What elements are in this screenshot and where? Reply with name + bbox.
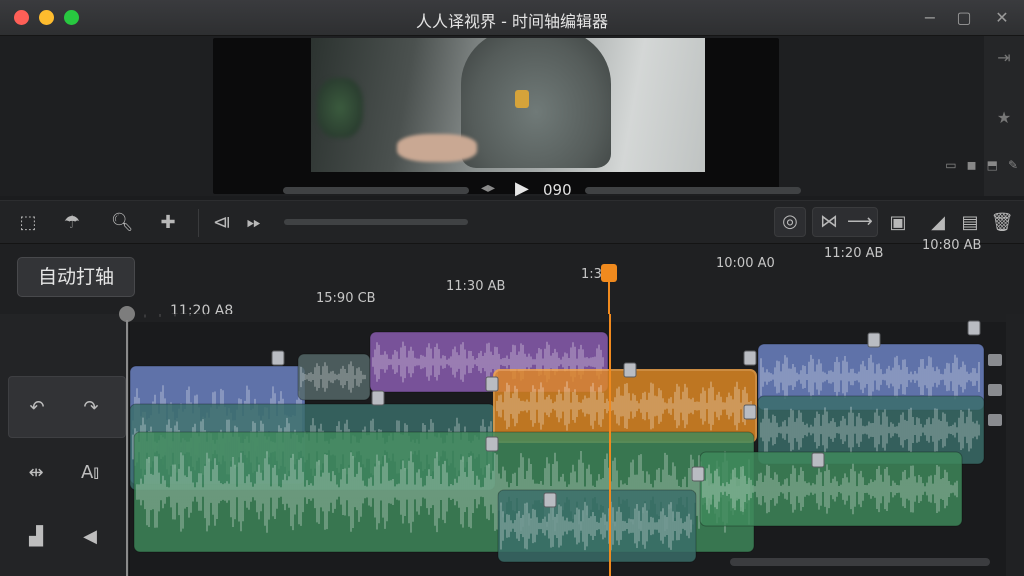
vertical-scrollbar — [1006, 314, 1024, 576]
fast-forward-icon[interactable]: ⏩︎ — [242, 211, 266, 235]
clip-icon[interactable]: ▣ — [886, 211, 910, 235]
keyframe-handle — [271, 350, 285, 366]
jog-slider[interactable] — [283, 187, 469, 194]
ruler-label: 11:20 AB — [824, 246, 884, 261]
video-subject-hand — [397, 134, 477, 162]
list-icon[interactable]: ▤ — [958, 211, 982, 235]
track-handle — [988, 384, 1002, 396]
timeline-clip[interactable] — [493, 369, 757, 443]
timeline-canvas[interactable] — [130, 314, 1024, 576]
playhead-stem — [608, 282, 610, 314]
step-frame-icon[interactable]: ◂▸ — [481, 180, 495, 196]
export-icon[interactable]: ⬒ — [987, 158, 998, 172]
play-icon[interactable]: ▶ — [515, 178, 529, 199]
snap-button[interactable]: ◎ — [774, 207, 806, 237]
track-control-row-2: ⇹ A⫾ — [8, 442, 126, 504]
maximize-icon[interactable]: ▢ — [952, 6, 976, 30]
preview-area: ⇥ ★ ▭ ◼ ⬒ ✎ — [0, 36, 1024, 196]
redo-icon[interactable]: ↷ — [77, 395, 105, 421]
timeline-header: 自动打轴 15:90 CB 11:30 AB 1:3 10:00 A0 11:2… — [0, 238, 1024, 319]
trash-icon[interactable]: 🗑︎ — [990, 211, 1014, 235]
timeline-zoom-slider[interactable] — [284, 219, 468, 225]
horizontal-scrollbar — [730, 558, 990, 566]
keyframe-handle — [623, 362, 637, 378]
position-tool-icon[interactable]: ✚ — [156, 211, 180, 235]
snap-icon: ◎ — [782, 211, 798, 232]
close-icon[interactable]: ✕ — [990, 6, 1014, 30]
keyframe-handle — [743, 404, 757, 420]
video-monitor — [213, 38, 779, 194]
title-bar: 人人译视界 - 时间轴编辑器 − ▢ ✕ — [0, 0, 1024, 36]
track-control-row-3: ▟ ◀ — [8, 506, 126, 568]
timeline-clip[interactable] — [297, 353, 371, 401]
transport-bar: ◂▸ ▶ 090 — [213, 178, 813, 202]
trim-mode-group[interactable]: ⋈ ⟶ — [812, 207, 878, 237]
keyframe-handle — [691, 466, 705, 482]
book-icon[interactable]: ▟ — [22, 524, 50, 550]
track-controls-panel: ↶ ↷ ⇹ A⫾ ▟ ◀ — [0, 314, 130, 576]
trim-icon[interactable]: ⇹ — [22, 460, 50, 486]
video-subject — [461, 38, 611, 168]
timeline-toolbar: ⬚ ☂ 🔍︎ ✚ ⧏ ⏩︎ ◎ ⋈ ⟶ ▣ ◢ ▤ 🗑︎ — [0, 200, 1024, 244]
track-control-row-1[interactable]: ↶ ↷ — [8, 376, 126, 438]
keyframe-handle — [485, 376, 499, 392]
minimize-icon[interactable]: − — [918, 6, 942, 30]
right-side-panel: ⇥ ★ — [984, 36, 1024, 196]
timeline-clip[interactable] — [497, 489, 697, 563]
keyframe-handle — [743, 350, 757, 366]
mark-in-icon[interactable]: ⧏ — [210, 211, 234, 235]
video-badge — [515, 90, 529, 108]
toolbar-divider — [198, 209, 199, 237]
playhead-handle[interactable] — [601, 264, 617, 282]
audio-icon[interactable]: ◀ — [76, 524, 104, 550]
zoom-tool-icon[interactable]: 🔍︎ — [110, 211, 134, 235]
blade-tool-icon[interactable]: ☂ — [60, 211, 84, 235]
track-handle — [988, 414, 1002, 426]
ripple-icon: ⋈ — [820, 211, 838, 232]
camera-icon[interactable]: ◼ — [967, 158, 977, 172]
keyframe-handle — [867, 332, 881, 348]
keyframe-handle — [485, 436, 499, 452]
track-handle — [988, 354, 1002, 366]
video-content — [317, 78, 363, 138]
keyframe-handle — [371, 390, 385, 406]
preview-mini-tools: ▭ ◼ ⬒ ✎ — [945, 158, 1018, 172]
arrow-right-icon: ⟶ — [847, 211, 873, 232]
timeline-clip[interactable] — [699, 451, 963, 527]
keyframe-handle — [967, 320, 981, 336]
start-marker-stem — [126, 320, 128, 576]
marker-icon[interactable]: ◢ — [926, 211, 950, 235]
text-size-icon[interactable]: A⫾ — [76, 460, 104, 486]
window-title: 人人译视界 - 时间轴编辑器 — [416, 12, 608, 31]
collapse-panel-icon[interactable]: ⇥ — [994, 48, 1014, 68]
ruler-label: 11:30 AB — [446, 279, 506, 294]
ruler-label: 1:3 — [581, 267, 602, 282]
ruler-label: 10:80 AB — [922, 238, 982, 253]
ruler-label: 15:90 CB — [316, 291, 376, 306]
ruler-label: 10:00 A0 — [716, 256, 775, 271]
edit-icon[interactable]: ✎ — [1008, 158, 1018, 172]
star-icon[interactable]: ★ — [994, 108, 1014, 128]
auto-subtitle-button[interactable]: 自动打轴 — [17, 257, 135, 297]
timeline-tracks — [130, 314, 1024, 576]
keyframe-handle — [811, 452, 825, 468]
playback-progress[interactable] — [585, 187, 801, 194]
timecode-display: 090 — [543, 181, 572, 199]
folder-icon[interactable]: ▭ — [945, 158, 956, 172]
ruler-strip — [130, 314, 1024, 322]
selection-tool-icon[interactable]: ⬚ — [16, 211, 40, 235]
keyframe-handle — [543, 492, 557, 508]
video-frame — [311, 38, 705, 172]
undo-icon[interactable]: ↶ — [23, 395, 51, 421]
